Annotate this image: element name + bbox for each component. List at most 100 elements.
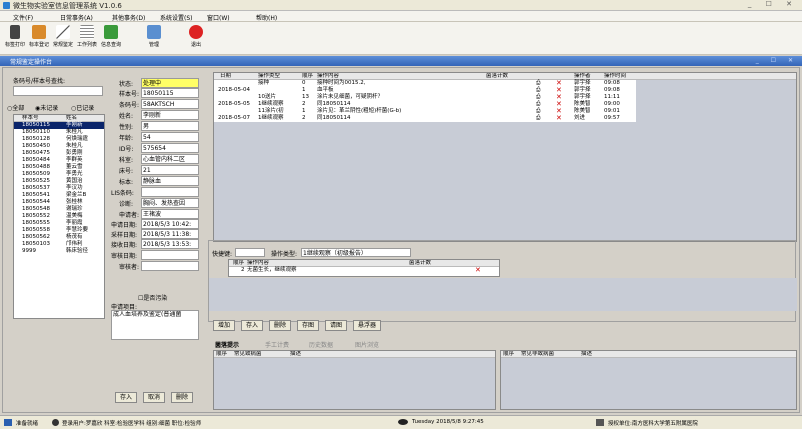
sample-list-row[interactable]: 18050103 邝伟利 xyxy=(14,241,104,248)
sample-list-row[interactable]: 18050552 温美梅 xyxy=(14,213,104,220)
window-controls[interactable]: _ ☐ ✕ xyxy=(748,0,798,8)
form-field[interactable]: 575654 xyxy=(141,143,199,153)
radio-recorded[interactable]: ○已记录 xyxy=(71,103,94,112)
form-field[interactable]: 心血管内科二区 xyxy=(141,154,199,164)
form-field[interactable]: 18050115 xyxy=(141,88,199,98)
menu-other[interactable]: 其他事务(D) xyxy=(112,13,145,22)
form-field[interactable]: 王褚波 xyxy=(141,209,199,219)
worklist-button[interactable]: 工作列表 xyxy=(76,24,98,54)
cancel-button[interactable]: 取消 xyxy=(143,392,165,403)
sample-list-row[interactable]: 18050128 何焕瑞霆 xyxy=(14,136,104,143)
menu-daily[interactable]: 日常事务(A) xyxy=(60,13,93,22)
form-field[interactable]: 21 xyxy=(141,165,199,175)
sample-list-row[interactable]: 18050541 梁金兰B xyxy=(14,192,104,199)
save-image-button[interactable]: 存图 xyxy=(297,320,319,331)
search-input[interactable] xyxy=(13,86,103,96)
oplog-row[interactable]: 2018-05-07 1继续观察 2 同18050114 刘进 09:57 ⎙ ✕ xyxy=(214,115,636,122)
print-icon[interactable]: ⎙ xyxy=(536,108,540,115)
load-image-button[interactable]: 请图 xyxy=(325,320,347,331)
sample-list-row[interactable]: 18050488 董云雪 xyxy=(14,164,104,171)
quick-grid-row[interactable]: 2 无菌生长，继续观察 ✕ xyxy=(229,267,499,274)
sample-list-row[interactable]: 18050548 谢瑞珍 xyxy=(14,206,104,213)
form-field[interactable]: 胸闷、发热查因 xyxy=(141,198,199,208)
label-print-button[interactable]: 标签打印 xyxy=(4,24,26,54)
tab-images[interactable]: 图片浏览 xyxy=(355,340,379,349)
oplog-row[interactable]: 2018-05-04 1 血平板 郭宇择 09:08 ⎙ ✕ xyxy=(214,87,636,94)
remove-button[interactable]: 删除 xyxy=(269,320,291,331)
delete-x-icon[interactable]: ✕ xyxy=(475,267,481,274)
oplog-time: 09:57 xyxy=(604,115,620,121)
store-button[interactable]: 存入 xyxy=(241,320,263,331)
subwindow-controls[interactable]: _ ☐ ✕ xyxy=(756,57,798,64)
manage-button[interactable]: 管理 xyxy=(143,24,165,54)
sample-list-row[interactable]: 9999 韩床验径 xyxy=(14,248,104,255)
form-field[interactable]: 58AKTSCH xyxy=(141,99,199,109)
patient-name: 李群英 xyxy=(66,157,83,163)
items-textarea[interactable]: 成人血培养及鉴定(普通菌 xyxy=(111,310,199,340)
menu-file[interactable]: 文件(F) xyxy=(13,13,33,22)
sample-list-row[interactable]: 18050537 李汉功 xyxy=(14,185,104,192)
print-icon[interactable]: ⎙ xyxy=(536,101,540,108)
oplog-row[interactable]: 2018-05-05 1继续观察 2 同18050114 陈美智 09:00 ⎙ ✕ xyxy=(214,101,636,108)
radio-all[interactable]: ○全部 xyxy=(7,103,24,112)
operation-log-grid[interactable]: 日期 操作类型 顺序 操作内容 菌落计数 操作者 操作时间 接种 0 接种时间为00… xyxy=(213,72,797,242)
patient-name: 杨茂有 xyxy=(66,234,83,240)
form-field[interactable]: 2018/5/3 10:42: xyxy=(141,219,199,229)
form-field[interactable] xyxy=(141,187,199,197)
nonpathogen-grid[interactable]: 顺序 常见非致病菌 描述 xyxy=(500,350,797,410)
print-icon[interactable]: ⎙ xyxy=(536,80,540,87)
print-icon[interactable]: ⎙ xyxy=(536,87,540,94)
oplog-row[interactable]: 10送片 13 涂片未见细菌，可疑阴杆？ 郭宇择 11:11 ⎙ ✕ xyxy=(214,94,636,101)
form-field[interactable]: 李刚新 xyxy=(141,110,199,120)
add-button[interactable]: 增加 xyxy=(213,320,235,331)
sample-list-row[interactable]: 18050544 张桂林 xyxy=(14,199,104,206)
contaminated-checkbox[interactable]: ☐是否污染 xyxy=(138,293,167,302)
menu-settings[interactable]: 系统设置(S) xyxy=(160,13,193,22)
tab-manual-billing[interactable]: 手工计费 xyxy=(265,340,289,349)
sample-list-row[interactable]: 18050484 李群英 xyxy=(14,157,104,164)
oplog-row[interactable]: 11涂片(初 1 涂片见：革兰阴性(粗短)杆菌(G-b) 陈美智 09:01 ⎙ ✕ xyxy=(214,108,636,115)
oplog-row[interactable]: 接种 0 接种时间为0015.2, 郭宇择 09:08 ⎙ ✕ xyxy=(214,80,636,87)
sample-list-row[interactable]: 18050115 李刚新 xyxy=(14,122,104,129)
op-type-select[interactable]: 1继续观察（初级报告） xyxy=(301,248,411,257)
quick-entry-panel: 快捷键: 操作类型: 1继续观察（初级报告） 顺序 操作内容 菌落计数 2 无菌… xyxy=(208,240,797,322)
sample-list-row[interactable]: 18050525 黄国治 xyxy=(14,178,104,185)
form-field[interactable]: 54 xyxy=(141,132,199,142)
menu-help[interactable]: 帮助(H) xyxy=(256,13,277,22)
print-icon[interactable]: ⎙ xyxy=(536,94,540,101)
patient-name: 李丽霞 xyxy=(66,220,83,226)
delete-x-icon[interactable]: ✕ xyxy=(556,115,562,122)
sample-no: 18050541 xyxy=(22,192,50,198)
form-field[interactable] xyxy=(141,261,199,271)
form-field[interactable]: 静脉血 xyxy=(141,176,199,186)
form-field[interactable]: 2018/5/3 13:53: xyxy=(141,239,199,249)
save-button[interactable]: 存入 xyxy=(115,392,137,403)
sample-list-row[interactable]: 18050562 杨茂有 xyxy=(14,234,104,241)
tab-colony-hint[interactable]: 菌落提示 xyxy=(215,340,239,349)
quick-grid[interactable]: 顺序 操作内容 菌落计数 2 无菌生长，继续观察 ✕ xyxy=(228,259,500,277)
sample-list[interactable]: 样本号 姓名 18050115 李刚新 18050110 朱桂凡 18050128 何焕瑞… xyxy=(13,114,105,319)
sample-list-row[interactable]: 18050558 李慧玲要 xyxy=(14,227,104,234)
sample-list-row[interactable]: 18050509 李勇光 xyxy=(14,171,104,178)
delete-button[interactable]: 删除 xyxy=(171,392,193,403)
form-field[interactable]: 处理中 xyxy=(141,78,199,88)
tab-history[interactable]: 历史数据 xyxy=(309,340,333,349)
routine-id-button[interactable]: 常规鉴定 xyxy=(52,24,74,54)
form-field[interactable]: 男 xyxy=(141,121,199,131)
specimen-register-button[interactable]: 标本登记 xyxy=(28,24,50,54)
sample-no: 18050562 xyxy=(22,234,50,240)
sample-list-row[interactable]: 18050555 李丽霞 xyxy=(14,220,104,227)
info-query-button[interactable]: 信息查询 xyxy=(100,24,122,54)
print-icon[interactable]: ⎙ xyxy=(536,115,540,122)
sample-list-row[interactable]: 18050475 彭勇刚 xyxy=(14,150,104,157)
menu-window[interactable]: 窗口(W) xyxy=(207,13,230,22)
form-field[interactable] xyxy=(141,250,199,260)
floater-button[interactable]: 悬浮器 xyxy=(353,320,381,331)
sample-list-row[interactable]: 18050450 朱桂凡 xyxy=(14,143,104,150)
sample-list-row[interactable]: 18050110 朱桂凡 xyxy=(14,129,104,136)
pathogen-grid[interactable]: 顺序 常见致病菌 描述 xyxy=(213,350,496,410)
radio-unrecorded[interactable]: ◉未记录 xyxy=(35,103,58,112)
quick-key-input[interactable] xyxy=(235,248,265,257)
form-field[interactable]: 2018/5/3 11:38: xyxy=(141,229,199,239)
exit-button[interactable]: 退出 xyxy=(185,24,207,54)
